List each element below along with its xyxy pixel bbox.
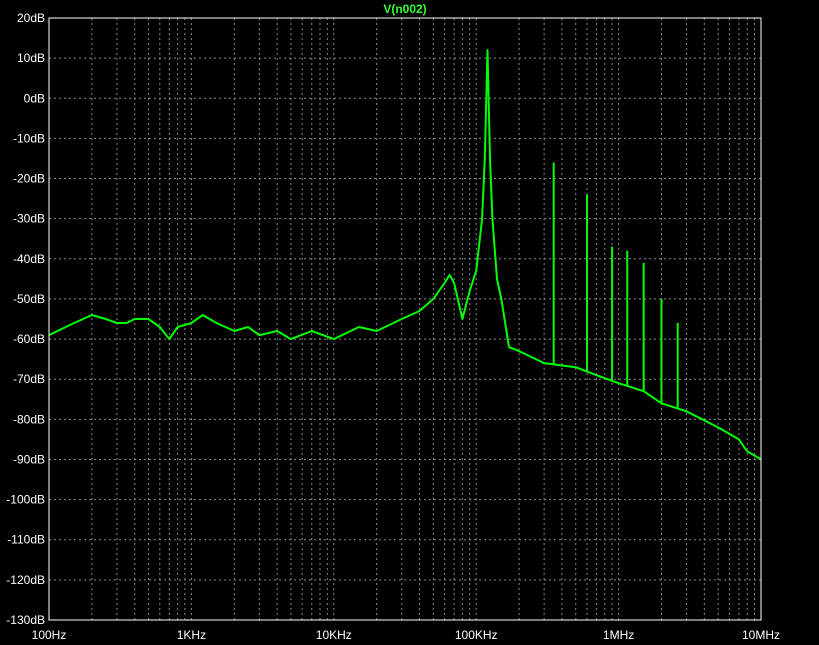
- x-tick-label: 10KHz: [316, 628, 352, 642]
- y-tick-label: -50dB: [13, 292, 45, 306]
- series-layer: [49, 49, 761, 461]
- x-tick-label: 1KHz: [177, 628, 206, 642]
- y-tick-label: -120dB: [6, 573, 45, 587]
- plot-frame: [48, 17, 762, 621]
- series-group: [49, 49, 761, 461]
- series-line: [49, 49, 761, 461]
- y-tick-label: 0dB: [24, 91, 45, 105]
- y-tick-label: -130dB: [6, 613, 45, 627]
- y-tick-label: -20dB: [13, 172, 45, 186]
- x-tick-label: 1MHz: [603, 628, 634, 642]
- y-tick-label: -90dB: [13, 452, 45, 466]
- y-tick-label: -60dB: [13, 332, 45, 346]
- x-tick-label: 100Hz: [32, 628, 67, 642]
- spectrum-plot: V(n002) 20dB 10dB 0dB -10dB -20dB -30dB -40dB -…: [6, 2, 780, 642]
- y-axis-labels: 20dB 10dB 0dB -10dB -20dB -30dB -40dB -50dB -60d…: [6, 11, 45, 627]
- y-tick-label: -110dB: [7, 533, 45, 547]
- x-axis-labels: 100Hz 1KHz 10KHz 100KHz 1MHz 10MHz: [32, 628, 780, 642]
- y-tick-label: -30dB: [13, 212, 45, 226]
- y-tick-label: -70dB: [13, 372, 45, 386]
- x-tick-label: 10MHz: [742, 628, 780, 642]
- y-tick-label: -40dB: [13, 252, 45, 266]
- chart-title: V(n002): [383, 2, 426, 16]
- y-tick-label: -10dB: [13, 131, 45, 145]
- y-tick-label: -100dB: [6, 493, 45, 507]
- y-tick-label: 20dB: [17, 11, 45, 25]
- grid: [48, 17, 762, 621]
- y-tick-label: -80dB: [13, 412, 45, 426]
- x-tick-label: 100KHz: [455, 628, 498, 642]
- y-tick-label: 10dB: [17, 51, 45, 65]
